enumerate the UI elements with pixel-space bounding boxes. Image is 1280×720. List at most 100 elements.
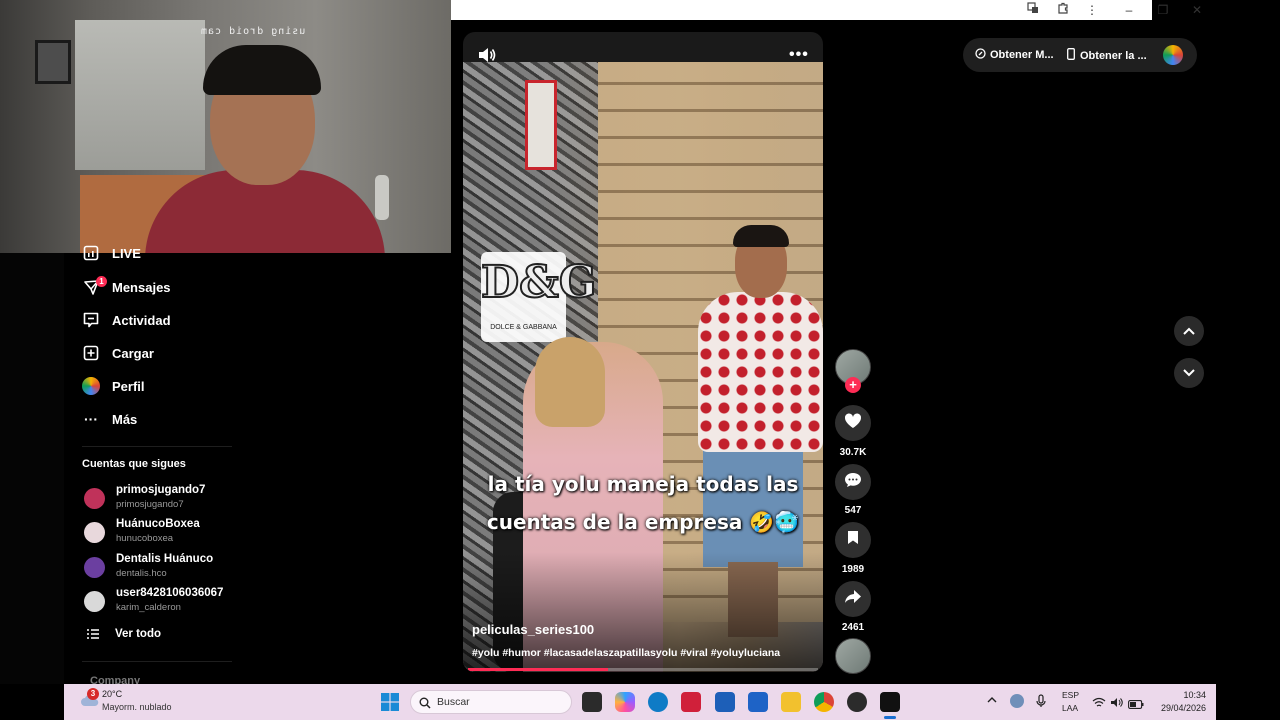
bookmark-icon — [847, 530, 859, 550]
messages-badge: 1 — [96, 276, 107, 287]
webcam-overlay: using droid cam — [0, 0, 451, 253]
microphone-icon[interactable] — [1036, 694, 1046, 708]
previous-video-button[interactable] — [1174, 316, 1204, 346]
sidebar-divider — [82, 446, 232, 447]
avatar — [84, 591, 105, 612]
video-more-options-icon[interactable]: ••• — [789, 46, 809, 64]
video-progress-bar[interactable] — [468, 668, 818, 671]
speaker-icon[interactable] — [1110, 695, 1123, 713]
close-button[interactable]: ✕ — [1188, 2, 1206, 18]
sidebar-item-label: Mensajes — [112, 279, 171, 295]
video-caption-line: cuentas de la empresa 🤣🥶 — [486, 510, 800, 534]
video-brand-logo: D&G — [480, 256, 597, 309]
browser-titlebar: ⋮ – ❐ ✕ — [386, 0, 1202, 20]
get-app-label: Obtener la ... — [1080, 49, 1147, 62]
avatar — [84, 557, 105, 578]
sidebar-item-live[interactable]: LIVE — [82, 243, 141, 263]
chevron-up-icon[interactable] — [987, 694, 997, 706]
file-explorer-icon[interactable] — [781, 692, 801, 712]
following-name: HuánucoBoxea — [116, 518, 200, 530]
sidebar-item-label: Actividad — [112, 312, 171, 328]
following-name: user8428106036067 — [116, 587, 224, 599]
video-red-sign — [525, 80, 557, 170]
desktop-edge — [0, 684, 64, 720]
following-item[interactable]: Dentalis Huánuco dentalis.hco — [82, 553, 262, 585]
sidebar-item-profile[interactable]: Perfil — [82, 374, 145, 398]
save-button[interactable] — [835, 522, 871, 558]
restore-button[interactable]: ❐ — [1154, 2, 1172, 18]
video-woman-hair — [535, 337, 605, 427]
following-handle: dentalis.hco — [116, 568, 167, 579]
top-actions-pill: Obtener M... Obtener la ... — [963, 38, 1197, 72]
browser-menu-icon[interactable]: ⋮ — [1083, 2, 1101, 18]
following-item[interactable]: user8428106036067 karim_calderon — [82, 587, 262, 619]
comment-button[interactable] — [835, 464, 871, 500]
webcam-window-light — [75, 20, 205, 170]
task-view-icon[interactable] — [582, 692, 602, 712]
following-handle: hunucoboxea — [116, 533, 174, 544]
webcam-wall-frame — [35, 40, 71, 84]
share-count: 2461 — [841, 622, 865, 633]
live-icon — [82, 244, 100, 262]
get-app-button[interactable]: Obtener la ... — [1067, 48, 1147, 63]
language-bottom[interactable]: LAA — [1062, 703, 1078, 713]
phone-icon — [1067, 48, 1075, 63]
video-player[interactable]: D&G DOLCE & GABBANA la tía yolu maneja t… — [463, 32, 823, 672]
video-man-hair — [733, 225, 789, 247]
volume-icon[interactable] — [477, 46, 497, 64]
profile-avatar[interactable] — [1163, 45, 1183, 65]
minimize-button[interactable]: – — [1120, 2, 1138, 18]
upload-icon — [82, 344, 100, 362]
following-item[interactable]: HuánucoBoxea hunucoboxea — [82, 518, 262, 550]
weather-badge: 3 — [87, 688, 99, 700]
following-item[interactable]: primosjugando7 primosjugando7 — [82, 484, 262, 516]
extensions-icon[interactable] — [1054, 2, 1072, 18]
taskbar-search-input[interactable]: Buscar — [410, 690, 572, 714]
sidebar-item-more[interactable]: ··· Más — [82, 407, 137, 431]
webcam-bottle — [375, 175, 389, 220]
sidebar-item-activity[interactable]: Actividad — [82, 308, 171, 332]
following-name: primosjugando7 — [116, 484, 206, 496]
language-top[interactable]: ESP — [1062, 690, 1079, 700]
like-count: 30.7K — [839, 447, 867, 458]
store-icon[interactable] — [715, 692, 735, 712]
cloud-sync-icon[interactable] — [1010, 694, 1024, 708]
share-button[interactable] — [835, 581, 871, 617]
edge-icon[interactable] — [648, 692, 668, 712]
battery-icon[interactable] — [1128, 696, 1144, 714]
sound-avatar[interactable] — [835, 638, 871, 674]
heart-icon — [844, 412, 862, 434]
see-all-link[interactable]: Ver todo — [86, 622, 161, 646]
clock-time[interactable]: 10:34 — [1156, 690, 1206, 700]
get-coins-button[interactable]: Obtener M... — [975, 48, 1054, 62]
next-video-button[interactable] — [1174, 358, 1204, 388]
following-name: Dentalis Huánuco — [116, 553, 214, 565]
clock-date[interactable]: 29/04/2026 — [1144, 703, 1206, 713]
active-app-indicator — [884, 716, 896, 719]
video-caption: la tía yolu maneja todas las cuentas de … — [483, 465, 803, 541]
wifi-icon[interactable] — [1092, 695, 1106, 713]
video-brand-subtitle: DOLCE & GABBANA — [490, 324, 557, 331]
list-icon — [86, 625, 100, 643]
translate-icon[interactable] — [1024, 2, 1042, 18]
obs-icon[interactable] — [847, 692, 867, 712]
tiktok-icon[interactable] — [880, 692, 900, 712]
follow-plus-button[interactable]: + — [845, 377, 861, 393]
copilot-icon[interactable] — [615, 692, 635, 712]
video-author[interactable]: peliculas_series100 — [472, 622, 594, 637]
see-all-label: Ver todo — [115, 628, 162, 640]
comment-icon — [844, 472, 862, 493]
tiktok-studio-icon[interactable] — [681, 692, 701, 712]
sidebar-divider — [82, 661, 232, 662]
footer-company-link[interactable]: Company — [90, 675, 140, 684]
coin-icon — [975, 48, 986, 62]
video-hashtags[interactable]: #yolu #humor #lacasadelaszapatillasyolu … — [472, 647, 780, 659]
chevron-up-icon — [1183, 322, 1195, 340]
editor-app-icon[interactable] — [748, 692, 768, 712]
windows-start-icon[interactable] — [381, 693, 399, 711]
like-button[interactable] — [835, 405, 871, 441]
sidebar-item-upload[interactable]: Cargar — [82, 341, 154, 365]
video-progress-fill — [468, 668, 608, 671]
sidebar-item-messages[interactable]: 1 Mensajes — [82, 275, 171, 299]
chrome-icon[interactable] — [814, 692, 834, 712]
